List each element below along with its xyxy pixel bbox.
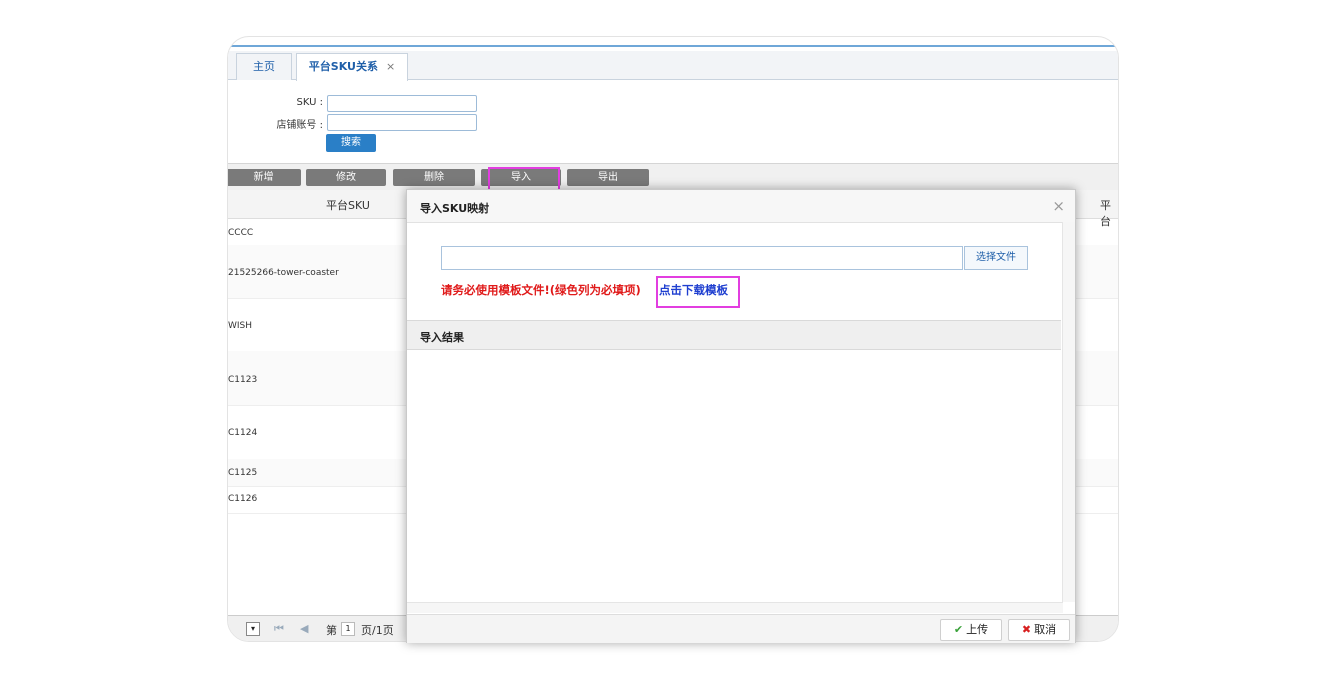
top-accent-line xyxy=(228,45,1118,47)
search-button[interactable]: 搜索 xyxy=(326,134,376,152)
sku-input[interactable] xyxy=(327,95,477,112)
toolbar: 新增 修改 删除 导入 导出 xyxy=(228,163,1118,190)
delete-button[interactable]: 删除 xyxy=(393,169,475,186)
edit-button[interactable]: 修改 xyxy=(306,169,386,186)
close-icon[interactable]: × xyxy=(1052,197,1065,215)
dialog-title: 导入SKU映射 xyxy=(420,202,490,215)
export-button[interactable]: 导出 xyxy=(567,169,649,186)
cancel-label: 取消 xyxy=(1034,623,1057,636)
tab-platform-sku[interactable]: 平台SKU关系 × xyxy=(296,53,408,81)
shop-account-input[interactable] xyxy=(327,114,477,131)
tab-home[interactable]: 主页 xyxy=(236,53,292,80)
add-button[interactable]: 新增 xyxy=(228,169,301,186)
vertical-scrollbar[interactable] xyxy=(1062,222,1075,602)
import-result-title: 导入结果 xyxy=(420,331,464,344)
grid-cell: C1124 xyxy=(228,428,258,438)
page-number-input[interactable]: 1 xyxy=(341,622,355,636)
page-size-dropdown-icon[interactable]: ▾ xyxy=(246,622,260,636)
grid-cell: C1125 xyxy=(228,468,258,478)
choose-file-button[interactable]: 选择文件 xyxy=(964,246,1028,270)
import-result-header: 导入结果 xyxy=(407,320,1061,350)
cancel-button[interactable]: ✖ 取消 xyxy=(1008,619,1070,641)
file-path-input[interactable] xyxy=(441,246,963,270)
dialog-footer: ✔ 上传 ✖ 取消 xyxy=(407,614,1075,643)
shop-account-label: 店铺账号 : xyxy=(276,120,323,131)
sku-label: SKU : xyxy=(296,97,323,108)
first-page-icon[interactable]: ⏮ xyxy=(274,622,284,636)
grid-cell: C1126 xyxy=(228,494,258,504)
page-prefix: 第 xyxy=(326,624,337,637)
horizontal-scrollbar[interactable] xyxy=(407,602,1063,613)
upload-label: 上传 xyxy=(966,623,989,636)
dialog-titlebar: 导入SKU映射 × xyxy=(407,190,1075,223)
tab-platform-sku-label: 平台SKU关系 xyxy=(308,60,378,73)
download-highlight-box xyxy=(656,276,740,308)
tab-bar: 主页 平台SKU关系 × xyxy=(228,51,1118,81)
check-icon: ✔ xyxy=(953,623,964,636)
prev-page-icon[interactable]: ◀ xyxy=(300,622,308,635)
grid-cell: 21525266-tower-coaster xyxy=(228,268,339,278)
import-dialog: 导入SKU映射 × 选择文件 请务必使用模板文件!(绿色列为必填项) 点击下载模… xyxy=(406,189,1076,643)
template-warning: 请务必使用模板文件!(绿色列为必填项) xyxy=(441,283,641,297)
col-platform-sku: 平台SKU xyxy=(326,199,370,212)
grid-cell: CCCC xyxy=(228,228,254,238)
upload-button[interactable]: ✔ 上传 xyxy=(940,619,1002,641)
grid-cell: WISH xyxy=(228,321,253,331)
tab-close-icon[interactable]: × xyxy=(386,60,395,73)
cross-icon: ✖ xyxy=(1021,623,1032,636)
page-suffix: 页/1页 xyxy=(361,624,394,637)
grid-cell: C1123 xyxy=(228,375,258,385)
tab-home-label: 主页 xyxy=(253,60,275,73)
